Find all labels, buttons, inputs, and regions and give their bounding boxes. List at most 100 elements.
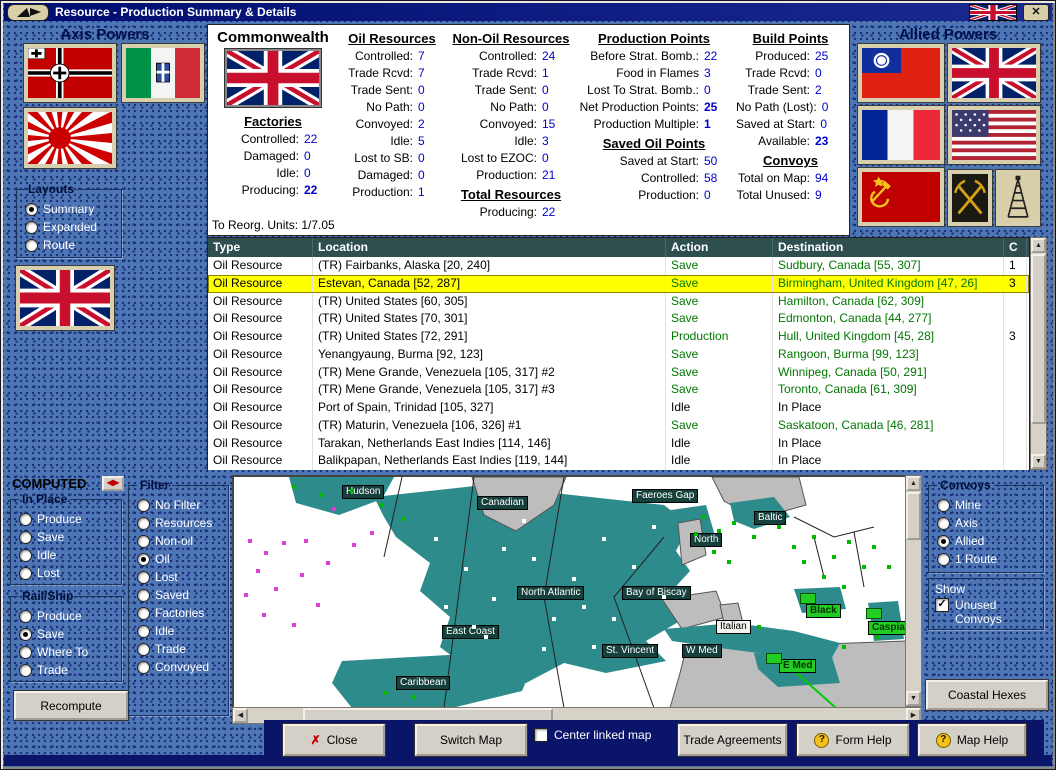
window-system-icon[interactable] bbox=[7, 3, 49, 21]
japan-flag[interactable] bbox=[24, 108, 116, 168]
col-header-action[interactable]: Action bbox=[666, 238, 773, 257]
oil-derrick-button[interactable] bbox=[996, 170, 1040, 226]
close-button[interactable]: ✗ Close bbox=[283, 724, 385, 756]
mine-resources-button[interactable] bbox=[948, 170, 992, 226]
table-row[interactable]: Oil Resource (TR) United States [60, 305]… bbox=[208, 292, 1029, 311]
center-linked-map-checkbox[interactable] bbox=[534, 728, 548, 742]
radio-save[interactable]: Save bbox=[19, 627, 115, 641]
radio-dot[interactable] bbox=[19, 609, 32, 623]
radio-save[interactable]: Save bbox=[19, 530, 115, 544]
map-scroll-left-arrow[interactable]: ◀ bbox=[233, 708, 248, 723]
radio-route[interactable]: Route bbox=[25, 238, 115, 252]
radio-resources[interactable]: Resources bbox=[137, 516, 222, 530]
germany-flag[interactable] bbox=[24, 44, 116, 102]
radio-saved[interactable]: Saved bbox=[137, 588, 222, 602]
table-scroll-down-arrow[interactable]: ▼ bbox=[1031, 454, 1046, 469]
sidebar-uk-flag[interactable] bbox=[16, 266, 114, 330]
radio-allied[interactable]: Allied bbox=[937, 534, 1037, 548]
strategic-map[interactable]: Hudson Canadian Faeroes Gap Baltic North Nort… bbox=[232, 475, 908, 710]
radio-dot[interactable] bbox=[937, 498, 950, 512]
radio-mine[interactable]: Mine bbox=[937, 498, 1037, 512]
form-help-button[interactable]: ? Form Help bbox=[797, 724, 909, 756]
radio-lost[interactable]: Lost bbox=[137, 570, 222, 584]
trade-agreements-button[interactable]: Trade Agreements bbox=[678, 724, 787, 756]
radio-where-to[interactable]: Where To bbox=[19, 645, 115, 659]
resource-table-header[interactable]: Type Location Action Destination C bbox=[208, 238, 1029, 257]
map-help-button[interactable]: ? Map Help bbox=[918, 724, 1026, 756]
radio-dot[interactable] bbox=[19, 548, 32, 562]
map-scroll-up-arrow[interactable]: ▲ bbox=[906, 476, 921, 491]
table-row[interactable]: Oil Resource Yenangyaung, Burma [92, 123]… bbox=[208, 345, 1029, 364]
radio-dot[interactable] bbox=[137, 498, 150, 512]
coastal-hexes-button[interactable]: Coastal Hexes bbox=[926, 680, 1048, 710]
table-row[interactable]: Oil Resource (TR) Mene Grande, Venezuela … bbox=[208, 363, 1029, 382]
uk-flag[interactable] bbox=[948, 44, 1040, 102]
col-header-destination[interactable]: Destination bbox=[773, 238, 1004, 257]
table-row[interactable]: Oil Resource (TR) United States [72, 291]… bbox=[208, 328, 1029, 346]
table-row[interactable]: Oil Resource (TR) United States [70, 301]… bbox=[208, 310, 1029, 328]
radio-dot[interactable] bbox=[137, 624, 150, 638]
switch-map-button[interactable]: Switch Map bbox=[415, 724, 527, 756]
col-header-type[interactable]: Type bbox=[208, 238, 313, 257]
radio-no-filter[interactable]: No Filter bbox=[137, 498, 222, 512]
table-row[interactable]: Oil Resource (TR) Mene Grande, Venezuela … bbox=[208, 381, 1029, 399]
table-scrollbar[interactable]: ▲ ▼ bbox=[1030, 237, 1047, 470]
table-row[interactable]: Oil Resource (TR) Fairbanks, Alaska [20, … bbox=[208, 257, 1029, 275]
radio-dot[interactable] bbox=[137, 606, 150, 620]
map-scroll-down-arrow[interactable]: ▼ bbox=[906, 691, 921, 706]
table-row[interactable]: Oil Resource Balikpapan, Netherlands East… bbox=[208, 452, 1029, 470]
radio-dot[interactable] bbox=[19, 530, 32, 544]
radio-dot[interactable] bbox=[137, 642, 150, 656]
radio-idle[interactable]: Idle bbox=[19, 548, 115, 562]
radio-dot[interactable] bbox=[137, 660, 150, 674]
radio-produce[interactable]: Produce bbox=[19, 512, 115, 526]
radio-idle[interactable]: Idle bbox=[137, 624, 222, 638]
radio-trade[interactable]: Trade bbox=[19, 663, 115, 677]
table-row[interactable]: Oil Resource (TR) Maturin, Venezuela [106… bbox=[208, 416, 1029, 435]
france-flag[interactable] bbox=[858, 106, 944, 164]
close-icon[interactable]: ✕ bbox=[1023, 3, 1049, 21]
radio-axis[interactable]: Axis bbox=[937, 516, 1037, 530]
radio-oil[interactable]: Oil bbox=[137, 552, 222, 566]
radio-dot[interactable] bbox=[937, 516, 950, 530]
radio-dot[interactable] bbox=[137, 570, 150, 584]
radio-trade[interactable]: Trade bbox=[137, 642, 222, 656]
radio-dot[interactable] bbox=[19, 627, 32, 641]
radio-dot[interactable] bbox=[137, 552, 150, 566]
radio-dot[interactable] bbox=[937, 552, 950, 566]
center-linked-map-control[interactable]: Center linked map bbox=[534, 728, 651, 742]
radio-dot[interactable] bbox=[937, 534, 950, 548]
radio-factories[interactable]: Factories bbox=[137, 606, 222, 620]
radio-dot[interactable] bbox=[19, 566, 32, 580]
table-scroll-thumb[interactable] bbox=[1031, 254, 1046, 424]
ussr-flag[interactable] bbox=[858, 168, 944, 226]
radio-non-oil[interactable]: Non-oil bbox=[137, 534, 222, 548]
map-vscroll-thumb[interactable] bbox=[906, 492, 921, 540]
radio-produce[interactable]: Produce bbox=[19, 609, 115, 623]
radio-dot[interactable] bbox=[19, 645, 32, 659]
radio-lost[interactable]: Lost bbox=[19, 566, 115, 580]
col-header-location[interactable]: Location bbox=[313, 238, 666, 257]
usa-flag[interactable] bbox=[948, 106, 1040, 164]
radio-expanded[interactable]: Expanded bbox=[25, 220, 115, 234]
radio-1-route[interactable]: 1 Route bbox=[937, 552, 1037, 566]
title-bar[interactable]: Resource - Production Summary & Details … bbox=[4, 3, 1052, 21]
radio-dot[interactable] bbox=[137, 534, 150, 548]
radio-summary[interactable]: Summary bbox=[25, 202, 115, 216]
table-scroll-up-arrow[interactable]: ▲ bbox=[1031, 238, 1046, 253]
radio-dot[interactable] bbox=[19, 663, 32, 677]
radio-dot[interactable] bbox=[25, 220, 38, 234]
recompute-button[interactable]: Recompute bbox=[14, 691, 128, 720]
radio-dot[interactable] bbox=[25, 202, 38, 216]
table-row[interactable]: Oil Resource Port of Spain, Trinidad [105… bbox=[208, 399, 1029, 417]
computed-toggle-button[interactable]: ◀▶ bbox=[102, 476, 124, 491]
china-flag[interactable] bbox=[858, 44, 944, 102]
radio-dot[interactable] bbox=[19, 512, 32, 526]
col-header-c[interactable]: C bbox=[1004, 238, 1027, 257]
italy-flag[interactable] bbox=[122, 44, 204, 102]
radio-dot[interactable] bbox=[137, 588, 150, 602]
map-vertical-scrollbar[interactable]: ▲ ▼ bbox=[905, 475, 922, 707]
radio-dot[interactable] bbox=[25, 238, 38, 252]
radio-convoyed[interactable]: Convoyed bbox=[137, 660, 222, 674]
unused-convoys-checkbox[interactable]: ✓ bbox=[935, 598, 949, 612]
